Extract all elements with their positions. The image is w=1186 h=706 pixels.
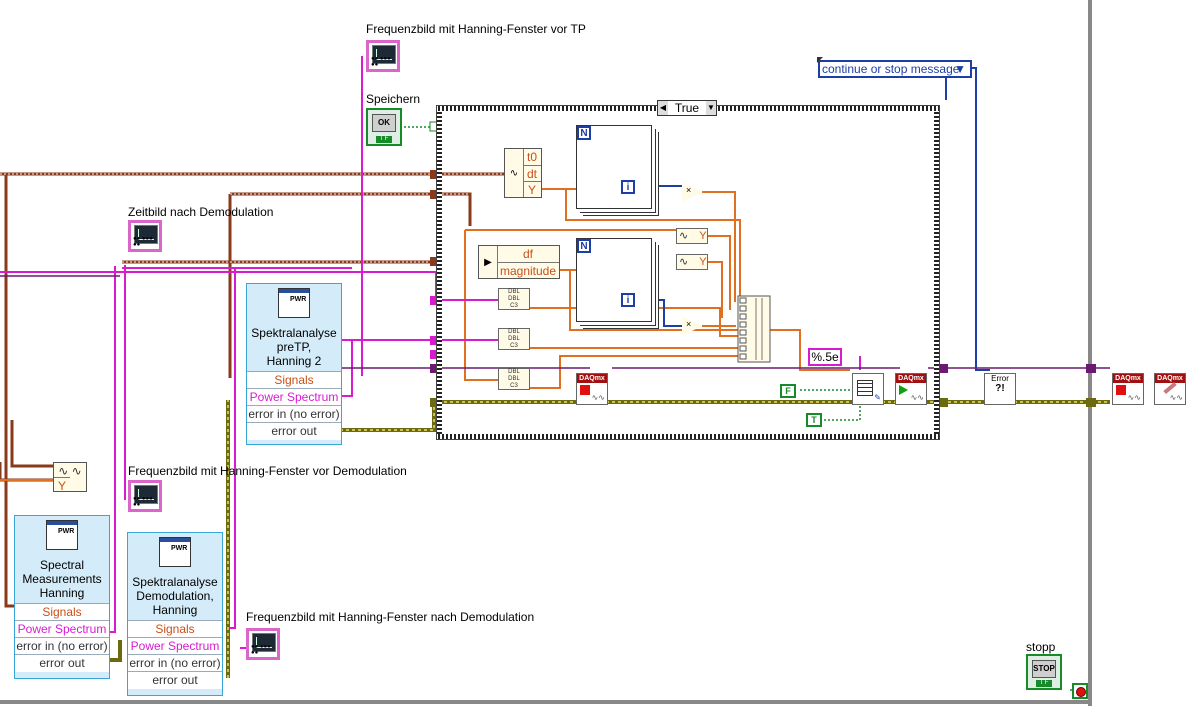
label-stopp: stopp bbox=[1026, 640, 1056, 654]
power-spectrum-icon: PWR bbox=[278, 288, 310, 318]
stop-face: STOP bbox=[1032, 660, 1056, 678]
waveform-icon: ∿ bbox=[679, 256, 689, 268]
simple-error-handler[interactable]: Error ?! bbox=[984, 373, 1016, 405]
daqmx-start-task[interactable]: DAQmx ∿∿ bbox=[895, 373, 927, 405]
label-speichern: Speichern bbox=[366, 92, 421, 106]
cluster-arrow-icon: ▶ bbox=[479, 246, 498, 278]
unbundle-spectrum-f[interactable]: ▶ df magnitude bbox=[478, 245, 560, 279]
term-error-out[interactable]: error out bbox=[15, 654, 109, 672]
term-error-in[interactable]: error in (no error) bbox=[247, 405, 341, 423]
spreadsheet-icon bbox=[857, 380, 873, 396]
waveform-icon: ∿ ∿ bbox=[58, 464, 82, 478]
daqmx-stop-task[interactable]: DAQmx ∿∿ bbox=[576, 373, 608, 405]
waveform-icon: ∿ bbox=[505, 149, 524, 197]
waveform-icon: ∿ bbox=[679, 230, 689, 242]
graph-indicator-nach-demod[interactable]: ●● ●●● ●● bbox=[246, 628, 280, 660]
multiply-node-2[interactable] bbox=[682, 316, 702, 336]
express-vi-spectral-measurements[interactable]: PWR Spectral Measurements Hanning Signal… bbox=[14, 515, 110, 679]
loop-condition-stop-icon[interactable] bbox=[1072, 683, 1088, 699]
false-constant[interactable]: F bbox=[780, 384, 796, 398]
case-selector-value: True bbox=[674, 101, 700, 115]
term-error-in[interactable]: error in (no error) bbox=[128, 654, 222, 672]
ok-face: OK bbox=[372, 114, 396, 132]
term-signals[interactable]: Signals bbox=[247, 371, 341, 389]
continue-stop-ring[interactable]: continue or stop message ▼ bbox=[818, 60, 972, 78]
term-signals[interactable]: Signals bbox=[128, 620, 222, 638]
label-zeitbild: Zeitbild nach Demodulation bbox=[128, 205, 274, 219]
daqmx-stop-task-2[interactable]: DAQmx ∿∿ bbox=[1112, 373, 1144, 405]
power-spectrum-icon: PWR bbox=[46, 520, 78, 550]
case-selector[interactable]: True ◀ ▼ bbox=[657, 100, 717, 116]
to-dbl-node-1[interactable]: DBL DBL C3 bbox=[498, 288, 530, 310]
term-error-in[interactable]: error in (no error) bbox=[15, 637, 109, 655]
term-power-spectrum[interactable]: Power Spectrum bbox=[247, 388, 341, 406]
true-constant[interactable]: T bbox=[806, 413, 822, 427]
graph-indicator-zeitbild[interactable]: ●● ●●● ●● bbox=[128, 220, 162, 252]
for-loop-1[interactable]: N i bbox=[576, 125, 652, 209]
graph-indicator-vor-demod[interactable]: ●● ●●● ●● bbox=[128, 480, 162, 512]
dropdown-arrow-icon[interactable]: ▼ bbox=[954, 62, 966, 76]
label-freq-nach-demod: Frequenzbild mit Hanning-Fenster nach De… bbox=[246, 610, 535, 624]
get-y-node-1[interactable]: ∿ Y bbox=[676, 228, 708, 244]
daqmx-clear-task[interactable]: DAQmx ∿∿ bbox=[1154, 373, 1186, 405]
term-error-out[interactable]: error out bbox=[128, 671, 222, 689]
graph-indicator-vor-tp[interactable]: ●● ●●● ●● bbox=[366, 40, 400, 72]
to-dbl-node-2[interactable]: DBL DBL C3 bbox=[498, 328, 530, 350]
speichern-button[interactable]: OK T F bbox=[366, 108, 402, 146]
term-error-out[interactable]: error out bbox=[247, 422, 341, 440]
label-freq-vor-tp: Frequenzbild mit Hanning-Fenster vor TP bbox=[366, 22, 586, 36]
power-spectrum-icon: PWR bbox=[159, 537, 191, 567]
stopp-button[interactable]: STOP T F bbox=[1026, 654, 1062, 690]
term-power-spectrum[interactable]: Power Spectrum bbox=[15, 620, 109, 638]
stop-icon bbox=[580, 385, 590, 395]
for-loop-2[interactable]: N i bbox=[576, 238, 652, 322]
express-vi-spektral-pretp[interactable]: PWR Spektralanalyse preTP, Hanning 2 Sig… bbox=[246, 283, 342, 445]
label-marker-icon bbox=[817, 57, 823, 63]
label-freq-vor-demod: Frequenzbild mit Hanning-Fenster vor Dem… bbox=[128, 464, 407, 478]
term-power-spectrum[interactable]: Power Spectrum bbox=[128, 637, 222, 655]
multiply-node-1[interactable] bbox=[682, 182, 702, 202]
get-y-node-2[interactable]: ∿ Y bbox=[676, 254, 708, 270]
stop-icon bbox=[1116, 385, 1126, 395]
unbundle-y[interactable]: ∿ ∿ Y bbox=[53, 462, 87, 493]
express-vi-spektral-demod[interactable]: PWR Spektralanalyse Demodulation, Hannin… bbox=[127, 532, 223, 696]
write-spreadsheet-node[interactable]: ✎ bbox=[852, 373, 884, 405]
unbundle-waveform-t[interactable]: ∿ t0 dt Y bbox=[504, 148, 542, 198]
dropdown-arrow-icon[interactable]: ▼ bbox=[706, 101, 716, 115]
play-icon bbox=[899, 385, 908, 395]
decrement-arrow-icon[interactable]: ◀ bbox=[658, 101, 668, 115]
format-string-constant[interactable]: %.5e bbox=[808, 348, 842, 366]
to-dbl-node-3[interactable]: DBL DBL C3 bbox=[498, 368, 530, 390]
term-signals[interactable]: Signals bbox=[15, 603, 109, 621]
